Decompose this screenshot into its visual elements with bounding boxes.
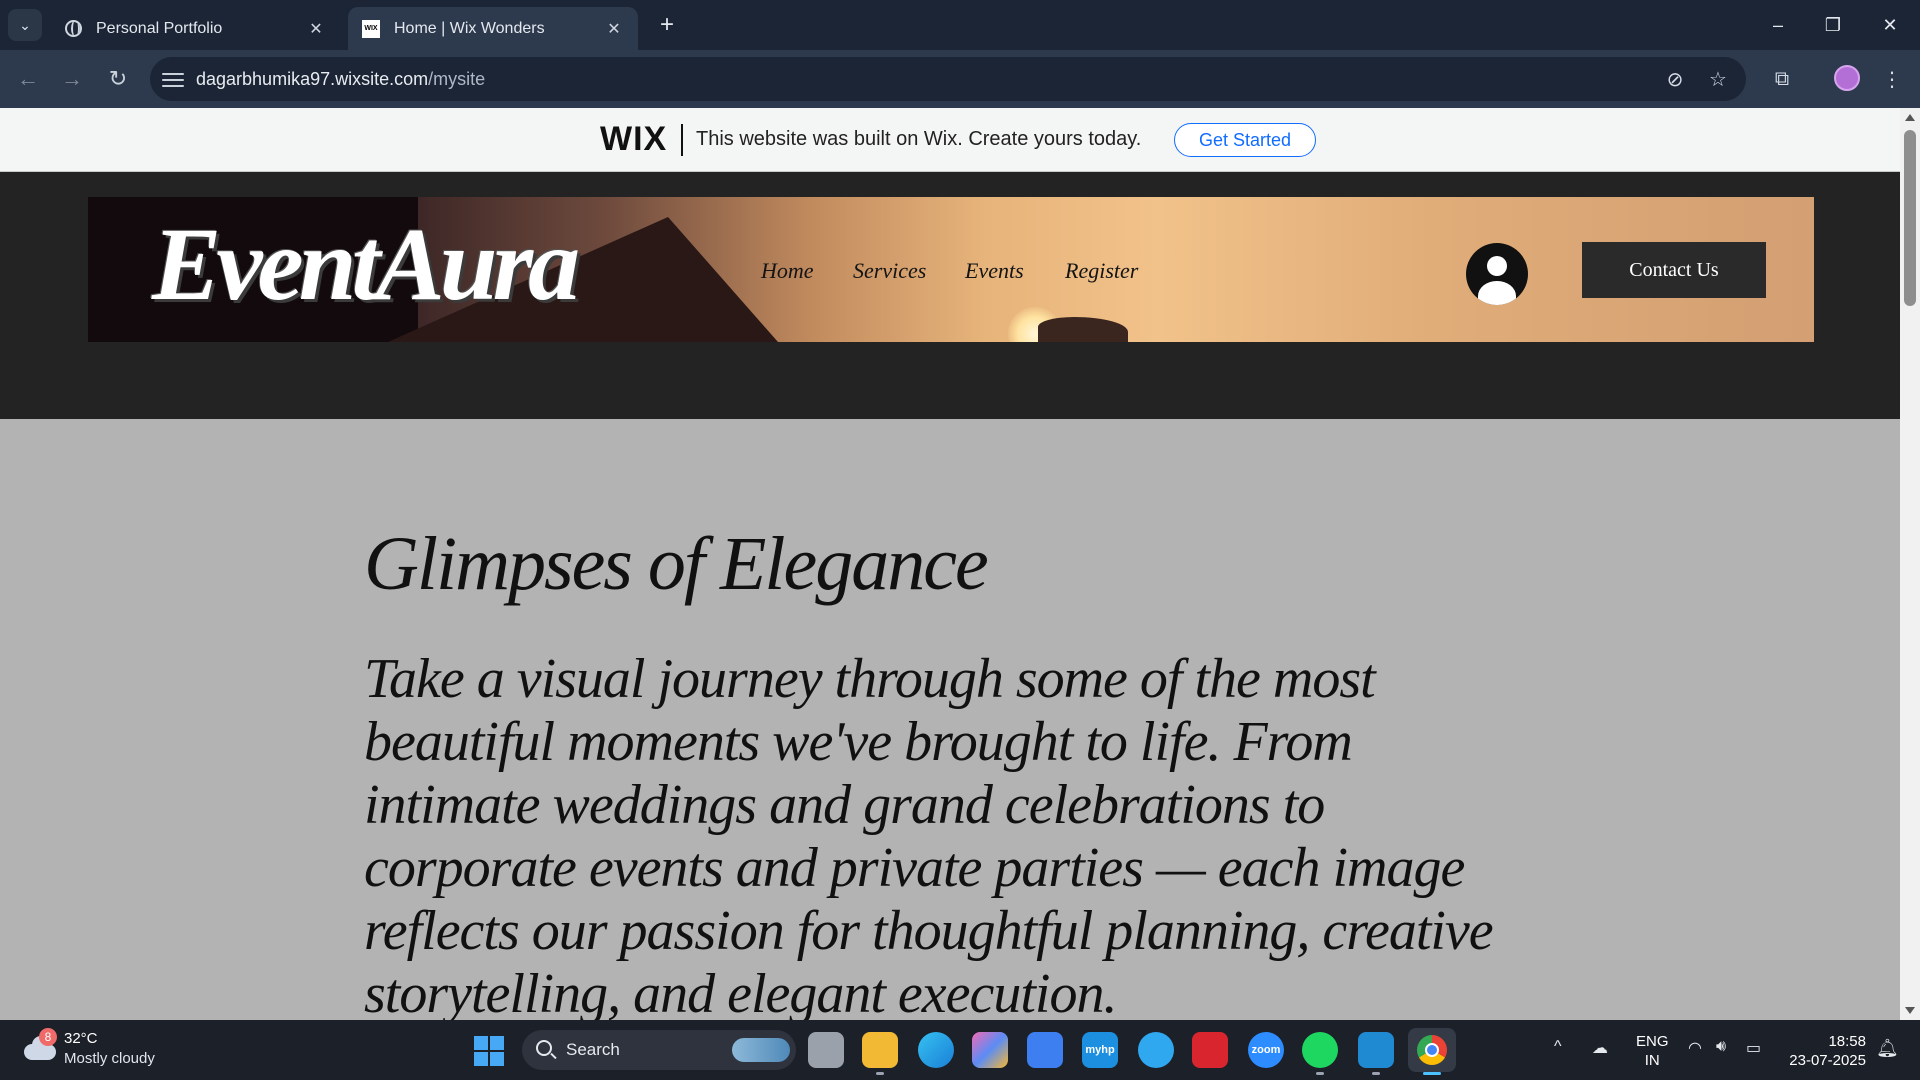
- url-text[interactable]: dagarbhumika97.wixsite.com/mysite: [196, 69, 485, 90]
- help-icon[interactable]: [1138, 1032, 1174, 1068]
- tab-personal-portfolio[interactable]: Personal Portfolio ✕: [50, 7, 340, 50]
- vscode-icon[interactable]: [1358, 1032, 1394, 1068]
- zoom-icon[interactable]: zoom: [1248, 1032, 1284, 1068]
- start-windows-icon[interactable]: [474, 1036, 504, 1066]
- url-path: /mysite: [428, 69, 486, 89]
- edge-browser-icon[interactable]: [918, 1032, 954, 1068]
- mcafee-icon[interactable]: [1192, 1032, 1228, 1068]
- intro-paragraph: Take a visual journey through some of th…: [364, 648, 1494, 1020]
- windows-taskbar: 8 32°C Mostly cloudy Search myhp zoom ^ …: [0, 1020, 1920, 1080]
- volume-icon[interactable]: 🔊︎: [1716, 1038, 1726, 1056]
- tab-title: Home | Wix Wonders: [394, 19, 545, 37]
- running-indicator: [876, 1072, 884, 1075]
- user-account-icon[interactable]: [1466, 243, 1528, 305]
- close-window-button[interactable]: ✕: [1870, 8, 1910, 42]
- nav-home[interactable]: Home: [761, 258, 814, 284]
- onedrive-offline-icon[interactable]: ☁: [1592, 1038, 1608, 1058]
- browser-tab-bar: ⌄ Personal Portfolio ✕ WIX Home | Wix Wo…: [0, 0, 1920, 50]
- eye-off-icon[interactable]: ⊘: [1662, 67, 1688, 91]
- page-title: Glimpses of Elegance: [364, 522, 989, 606]
- weather-badge: 8: [39, 1028, 57, 1046]
- show-hidden-icons-chevron-icon[interactable]: ^: [1554, 1038, 1562, 1056]
- tab-home-wix-wonders[interactable]: WIX Home | Wix Wonders ✕: [348, 7, 638, 50]
- myhp-icon[interactable]: myhp: [1082, 1032, 1118, 1068]
- weather-temperature: 32°C: [64, 1030, 98, 1047]
- chrome-icon[interactable]: [1408, 1028, 1456, 1072]
- address-bar[interactable]: dagarbhumika97.wixsite.com/mysite ⊘ ☆: [150, 57, 1746, 101]
- site-settings-icon[interactable]: [162, 69, 184, 89]
- globe-icon: [64, 20, 82, 38]
- wix-favicon-icon: WIX: [362, 19, 380, 38]
- main-content: Glimpses of Elegance Take a visual journ…: [0, 419, 1900, 1020]
- search-label: Search: [566, 1040, 620, 1059]
- notification-bell-icon[interactable]: 🔔︎: [1876, 1038, 1899, 1059]
- task-view-icon[interactable]: [808, 1032, 844, 1068]
- wix-promo-banner: WIX This website was built on Wix. Creat…: [0, 108, 1900, 172]
- url-domain: dagarbhumika97.wixsite.com: [196, 69, 429, 89]
- scroll-up-arrow-icon[interactable]: [1905, 114, 1915, 121]
- restore-button[interactable]: ❐: [1813, 8, 1853, 42]
- site-header: EventAura Home Services Events Register …: [0, 172, 1900, 419]
- battery-icon[interactable]: ▭: [1746, 1038, 1761, 1058]
- search-highlight-image: [732, 1038, 790, 1062]
- running-indicator: [1372, 1072, 1380, 1075]
- language-code: ENG: [1636, 1033, 1669, 1050]
- file-explorer-icon[interactable]: [862, 1032, 898, 1068]
- contact-us-button[interactable]: Contact Us: [1582, 242, 1766, 298]
- wix-logo[interactable]: WIX: [600, 120, 667, 159]
- back-arrow-icon[interactable]: ←: [12, 63, 44, 95]
- page-scrollbar[interactable]: [1900, 108, 1920, 1020]
- running-indicator: [1316, 1072, 1324, 1075]
- tab-title: Personal Portfolio: [96, 19, 223, 37]
- nav-register[interactable]: Register: [1065, 258, 1138, 284]
- tab-close-icon[interactable]: ✕: [306, 19, 326, 39]
- system-clock[interactable]: 18:58 23-07-2025: [1786, 1032, 1866, 1070]
- menu-kebab-icon[interactable]: ⋮: [1876, 63, 1908, 95]
- weather-condition: Mostly cloudy: [64, 1050, 155, 1067]
- clock-date: 23-07-2025: [1789, 1052, 1866, 1069]
- microsoft-store-icon[interactable]: [1027, 1032, 1063, 1068]
- site-logo[interactable]: EventAura: [152, 213, 580, 317]
- nav-services[interactable]: Services: [853, 258, 926, 284]
- wifi-icon[interactable]: ◠: [1688, 1038, 1702, 1058]
- banner-message: This website was built on Wix. Create yo…: [696, 128, 1142, 150]
- new-tab-button[interactable]: +: [652, 10, 682, 40]
- header-sunset-image: EventAura Home Services Events Register …: [88, 197, 1814, 342]
- scroll-down-arrow-icon[interactable]: [1905, 1007, 1915, 1014]
- tab-close-icon[interactable]: ✕: [604, 19, 624, 39]
- reload-icon[interactable]: ↻: [102, 63, 134, 95]
- profile-avatar-icon[interactable]: [1834, 65, 1860, 91]
- page-viewport: WIX This website was built on Wix. Creat…: [0, 108, 1920, 1020]
- scrollbar-thumb[interactable]: [1904, 130, 1916, 306]
- taskbar-search[interactable]: Search: [522, 1030, 796, 1070]
- region-code: IN: [1644, 1052, 1660, 1069]
- minimize-button[interactable]: –: [1758, 8, 1798, 42]
- active-indicator: [1423, 1072, 1441, 1075]
- banner-divider: [681, 124, 683, 156]
- nav-events[interactable]: Events: [965, 258, 1024, 284]
- language-indicator[interactable]: ENG IN: [1636, 1032, 1669, 1070]
- browser-toolbar: ← → ↻ dagarbhumika97.wixsite.com/mysite …: [0, 50, 1920, 108]
- search-icon: [536, 1040, 552, 1056]
- copilot-icon[interactable]: [972, 1032, 1008, 1068]
- extensions-puzzle-icon[interactable]: ⧉: [1766, 63, 1798, 95]
- clock-time: 18:58: [1828, 1033, 1866, 1050]
- ridge-silhouette: [1038, 317, 1128, 342]
- forward-arrow-icon[interactable]: →: [56, 63, 88, 95]
- get-started-button[interactable]: Get Started: [1174, 123, 1316, 157]
- tab-search-chevron-icon[interactable]: ⌄: [8, 9, 42, 41]
- bookmark-star-icon[interactable]: ☆: [1705, 67, 1731, 91]
- spotify-icon[interactable]: [1302, 1032, 1338, 1068]
